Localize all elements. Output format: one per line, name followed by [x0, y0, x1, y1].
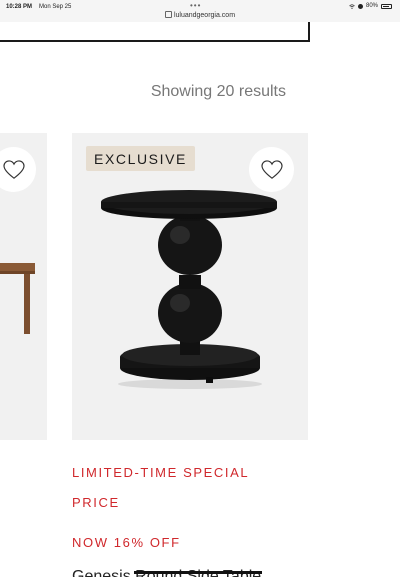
address-bar[interactable]: luluandgeorgia.com — [0, 11, 400, 19]
name-underline-overlay — [134, 571, 262, 574]
product-card-previous[interactable] — [0, 133, 47, 440]
status-indicators: 80% — [349, 3, 392, 9]
lock-icon — [164, 11, 172, 18]
page: 10:28 PM Mon Sep 25 ••• luluandgeorgia.c… — [0, 0, 400, 577]
heart-outline-icon — [2, 159, 25, 179]
filter-box[interactable] — [0, 22, 310, 42]
wishlist-button[interactable] — [249, 147, 294, 192]
results-count: Showing 20 results — [150, 83, 286, 100]
tab-overview-dots[interactable]: ••• — [190, 1, 201, 10]
heart-outline-icon — [260, 159, 283, 179]
battery-percent: 80% — [365, 3, 378, 9]
wifi-icon — [349, 3, 355, 9]
moon-icon — [357, 3, 363, 9]
status-bar: 10:28 PM Mon Sep 25 ••• luluandgeorgia.c… — [0, 0, 400, 22]
url-text: luluandgeorgia.com — [173, 12, 236, 19]
discount-label: NOW 16% OFF — [72, 535, 181, 550]
product-card[interactable]: EXCLUSIVE — [72, 133, 308, 440]
status-date: Mon Sep 25 — [39, 4, 72, 10]
promo-label-line1: LIMITED-TIME SPECIAL — [72, 465, 250, 480]
status-time: 10:28 PM — [6, 4, 33, 10]
exclusive-badge: EXCLUSIVE — [86, 146, 195, 171]
promo-label-line2: PRICE — [72, 495, 120, 510]
battery-icon — [381, 3, 392, 9]
